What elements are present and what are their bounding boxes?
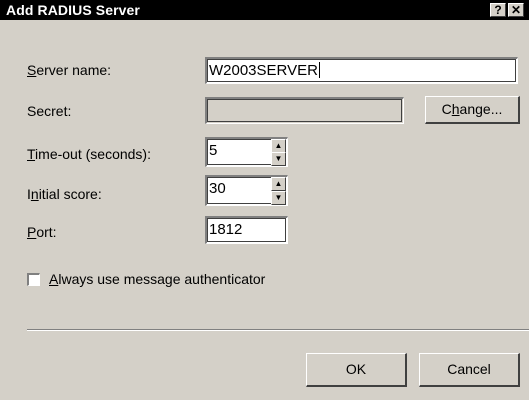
timeout-spinner[interactable]: ▲ ▼ [271, 139, 286, 166]
arrow-down-icon: ▼ [274, 193, 283, 202]
message-authenticator-checkbox[interactable] [27, 273, 40, 286]
initial-score-value: 30 [209, 180, 226, 197]
server-name-accel: S [27, 62, 37, 78]
server-name-input[interactable]: W2003SERVER [205, 57, 518, 84]
arrow-up-icon: ▲ [274, 179, 283, 188]
server-name-value: W2003SERVER [209, 62, 318, 79]
initial-score-label-text: itial score: [38, 186, 102, 202]
secret-label: Secret: [27, 103, 72, 119]
close-icon: ✕ [510, 3, 522, 17]
change-button-rest: ange... [459, 101, 503, 117]
title-bar[interactable]: Add RADIUS Server ? ✕ [0, 0, 529, 20]
initial-score-up-button[interactable]: ▲ [271, 177, 286, 191]
server-name-label-text: erver name: [36, 62, 112, 78]
help-icon: ? [494, 3, 502, 17]
help-button[interactable]: ? [490, 3, 506, 17]
text-caret [318, 62, 320, 78]
port-accel: P [27, 224, 37, 240]
secret-input [205, 97, 404, 124]
arrow-down-icon: ▼ [274, 154, 283, 163]
server-name-label: Server name: [27, 62, 111, 78]
timeout-accel: T [27, 146, 36, 162]
port-label: Port: [27, 224, 57, 240]
timeout-value: 5 [209, 142, 218, 159]
dialog-title: Add RADIUS Server [6, 2, 140, 18]
add-radius-server-dialog: Add RADIUS Server ? ✕ Server name: W2003… [0, 0, 529, 400]
ok-button[interactable]: OK [306, 353, 407, 387]
message-authenticator-accel: A [49, 271, 59, 287]
initial-score-accel: n [30, 186, 39, 202]
initial-score-spinner[interactable]: ▲ ▼ [271, 177, 286, 205]
change-button-prefix: C [441, 101, 452, 117]
initial-score-down-button[interactable]: ▼ [271, 191, 286, 205]
message-authenticator-label[interactable]: Always use message authenticator [49, 271, 265, 287]
arrow-up-icon: ▲ [274, 141, 283, 150]
initial-score-label: Initial score: [27, 186, 102, 202]
cancel-button[interactable]: Cancel [419, 353, 520, 387]
port-label-text: ort: [36, 224, 57, 240]
port-value: 1812 [209, 221, 243, 238]
close-button[interactable]: ✕ [508, 3, 524, 17]
timeout-down-button[interactable]: ▼ [271, 152, 286, 166]
change-button-accel: h [451, 101, 460, 117]
separator-line [27, 329, 529, 331]
timeout-label-text: ime-out (seconds): [35, 146, 151, 162]
timeout-label: Time-out (seconds): [27, 146, 151, 162]
message-authenticator-label-text: lways use message authenticator [58, 271, 266, 287]
timeout-up-button[interactable]: ▲ [271, 139, 286, 153]
change-secret-button[interactable]: Change... [425, 96, 520, 124]
port-input[interactable]: 1812 [205, 216, 288, 244]
